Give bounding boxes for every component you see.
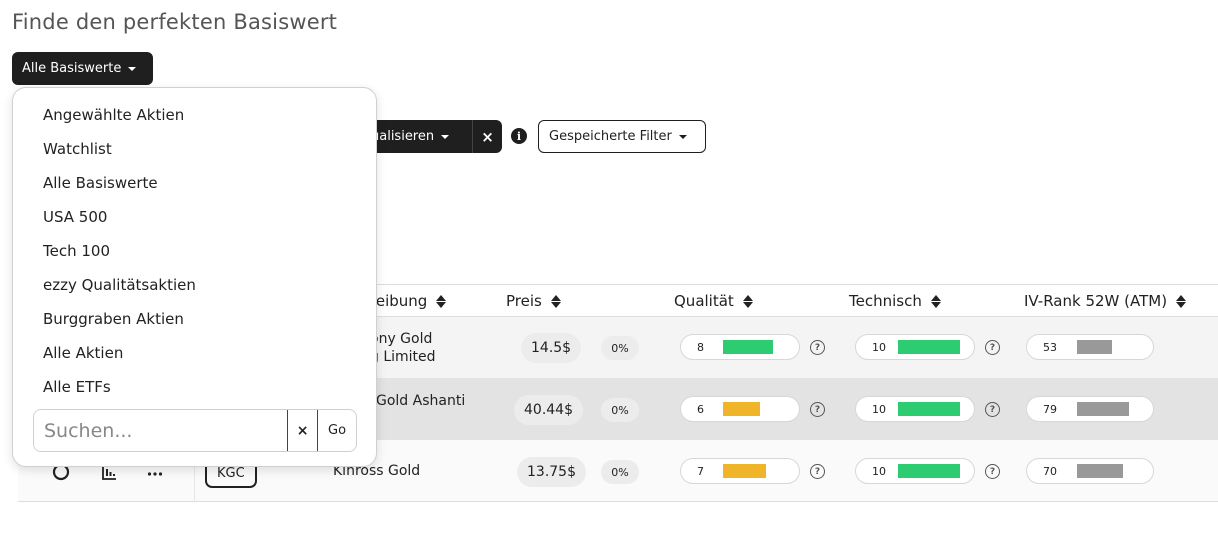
quality-bar [723,340,773,354]
technical-bar [898,464,960,478]
menu-item[interactable]: Watchlist [43,140,112,158]
universe-dropdown-button[interactable]: Alle Basiswerte [12,52,153,85]
description-line: g Limited [370,349,436,365]
help-icon[interactable]: ? [985,402,1000,417]
clear-filter-button[interactable]: × [472,120,502,153]
header-description[interactable]: reibung [370,292,447,310]
help-icon[interactable]: ? [810,402,825,417]
menu-item[interactable]: Alle Basiswerte [43,174,158,192]
universe-dropdown-label: Alle Basiswerte [22,61,122,76]
sort-icon[interactable] [742,294,753,308]
technical-value: 10 [872,340,886,354]
clear-search-button[interactable]: × [287,410,317,451]
change-pill: 0% [601,460,639,484]
header-quality[interactable]: Qualität [674,292,753,310]
quality-bar [723,402,760,416]
price-pill: 40.44$ [514,395,583,425]
quality-score: 6 [680,396,800,422]
universe-dropdown-menu: Angewählte Aktien Watchlist Alle Basiswe… [12,87,377,467]
ivrank-bar [1077,340,1112,354]
menu-item[interactable]: Burggraben Aktien [43,310,184,328]
quality-value: 6 [697,402,704,416]
ivrank-bar [1077,464,1123,478]
description-line: Gold Ashanti [376,393,466,409]
header-technical[interactable]: Technisch [849,292,941,310]
ivrank-bar [1077,402,1129,416]
quality-value: 7 [697,464,704,478]
description-line: ony Gold [370,331,433,347]
go-button[interactable]: Go [317,410,356,451]
sort-icon[interactable] [1176,294,1187,308]
help-icon[interactable]: ? [985,464,1000,479]
change-pill: 0% [601,398,639,422]
sort-icon[interactable] [550,294,561,308]
search-input[interactable] [34,410,287,451]
menu-search: × Go [33,409,357,452]
sort-icon[interactable] [436,294,447,308]
ivrank-value: 70 [1043,464,1057,478]
saved-filters-label: Gespeicherte Filter [549,129,672,144]
help-icon[interactable]: ? [985,340,1000,355]
help-icon[interactable]: ? [810,340,825,355]
caret-down-icon [441,134,450,139]
price-pill: 13.75$ [517,457,586,487]
technical-score: 10 [855,458,975,484]
ivrank-score: 70 [1026,458,1154,484]
menu-item[interactable]: Tech 100 [43,242,110,260]
menu-item[interactable]: ezzy Qualitätsaktien [43,276,196,294]
row-description: Gold Ashanti [376,392,465,410]
header-ivrank-label: IV-Rank 52W (ATM) [1024,292,1168,310]
caret-down-icon [128,66,137,71]
saved-filters-button[interactable]: Gespeicherte Filter [538,120,706,153]
visualize-label: ualisieren [371,129,435,144]
quality-score: 7 [680,458,800,484]
change-pill: 0% [601,336,639,360]
technical-bar [898,402,960,416]
technical-score: 10 [855,396,975,422]
quality-score: 8 [680,334,800,360]
header-description-label: reibung [370,292,428,310]
menu-item[interactable]: Alle Aktien [43,344,123,362]
header-quality-label: Qualität [674,292,734,310]
ivrank-score: 79 [1026,396,1154,422]
technical-bar [898,340,960,354]
header-ivrank[interactable]: IV-Rank 52W (ATM) [1024,292,1187,310]
menu-item[interactable]: USA 500 [43,208,107,226]
ivrank-value: 79 [1043,402,1057,416]
page-title: Finde den perfekten Basiswert [12,10,338,34]
row-description: ony Gold g Limited [370,330,436,366]
technical-value: 10 [872,464,886,478]
technical-value: 10 [872,402,886,416]
technical-score: 10 [855,334,975,360]
menu-item[interactable]: Angewählte Aktien [43,106,184,124]
quality-bar [723,464,766,478]
quality-value: 8 [697,340,704,354]
sort-icon[interactable] [930,294,941,308]
header-price[interactable]: Preis [506,292,561,310]
help-icon[interactable]: ? [810,464,825,479]
ivrank-score: 53 [1026,334,1154,360]
menu-item[interactable]: Alle ETFs [43,378,111,396]
header-technical-label: Technisch [849,292,922,310]
ivrank-value: 53 [1043,340,1057,354]
caret-down-icon [678,134,687,139]
info-icon[interactable]: i [511,128,527,144]
header-price-label: Preis [506,292,542,310]
price-pill: 14.5$ [521,333,582,363]
